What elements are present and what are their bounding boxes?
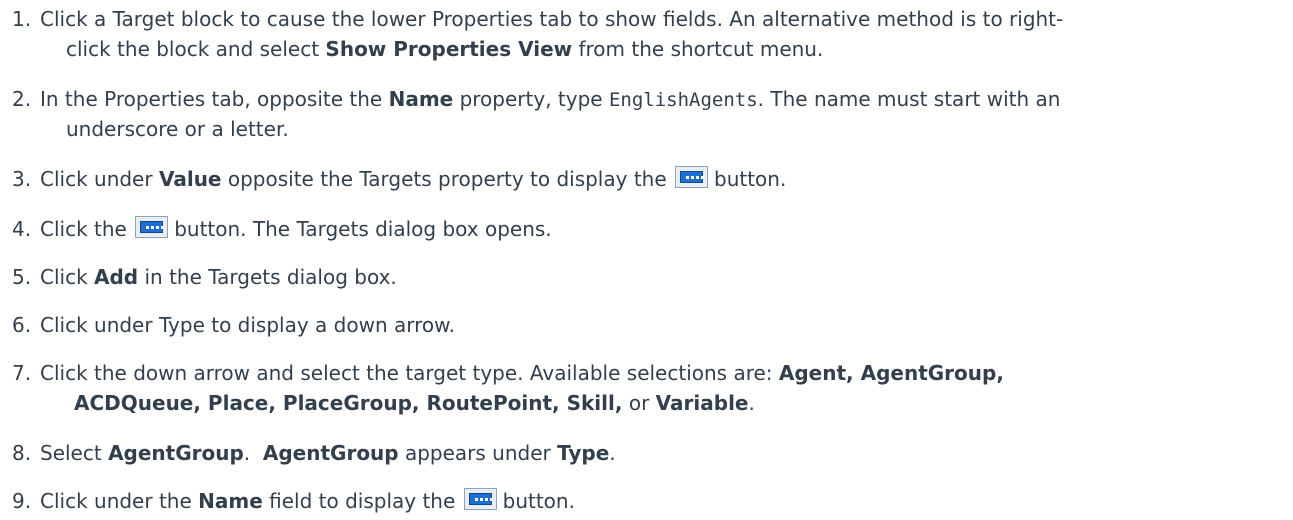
step-6: 6. Click under Type to display a down ar… — [0, 310, 1280, 340]
step-number: 7. — [12, 361, 32, 385]
code-text: EnglishAgents — [608, 89, 758, 111]
step-text-line: Click a Target block to cause the lower … — [40, 7, 1064, 31]
ui-term-bold: Type — [557, 441, 610, 465]
ellipsis-button-icon — [675, 166, 708, 188]
ui-term-bold: Show Properties View — [325, 37, 573, 61]
instruction-steps-list: 1. Click a Target block to cause the low… — [0, 0, 1293, 520]
step-3: 3. Click under Value opposite the Target… — [0, 164, 1280, 194]
step-9: 9. Click under the Name field to display… — [0, 486, 1280, 516]
ui-term-bold: AgentGroup — [108, 441, 244, 465]
ellipsis-button-icon — [463, 488, 497, 510]
ui-term-bold: AgentGroup — [262, 441, 399, 465]
step-5: 5. Click Add in the Targets dialog box. — [0, 262, 1280, 292]
step-8: 8. Select AgentGroup. AgentGroup appears… — [0, 438, 1280, 468]
step-2: 2. In the Properties tab, opposite the N… — [0, 84, 1280, 144]
step-text-line: Click under the Name field to display th… — [40, 488, 575, 513]
step-text-line: ACDQueue, Place, PlaceGroup, RoutePoint,… — [74, 391, 755, 415]
step-text-line: Click the button. The Targets dialog box… — [40, 216, 552, 241]
step-text-line: Click the down arrow and select the targ… — [40, 361, 1004, 385]
step-text-line: Select AgentGroup. AgentGroup appears un… — [40, 441, 616, 465]
step-text-line: underscore or a letter. — [66, 117, 289, 141]
step-number: 4. — [12, 217, 32, 241]
step-text-line: Click under Value opposite the Targets p… — [40, 166, 787, 191]
step-text-line: Click Add in the Targets dialog box. — [40, 265, 397, 289]
step-text-line: In the Properties tab, opposite the Name… — [40, 87, 1061, 111]
ui-term-bold: Name — [388, 87, 454, 111]
ellipsis-button-icon — [135, 216, 169, 238]
step-number: 8. — [12, 441, 32, 465]
step-number: 9. — [12, 489, 32, 513]
step-1: 1. Click a Target block to cause the low… — [0, 4, 1280, 64]
ui-term-bold: Name — [198, 489, 263, 513]
step-number: 2. — [12, 87, 32, 111]
step-7: 7. Click the down arrow and select the t… — [0, 358, 1280, 418]
step-4: 4. Click the button. The Targets dialog … — [0, 214, 1280, 244]
step-number: 6. — [12, 313, 32, 337]
ui-term-bold: Agent, AgentGroup, — [778, 361, 1004, 385]
step-text-line: click the block and select Show Properti… — [66, 37, 824, 61]
ui-term-bold: Add — [94, 265, 139, 289]
step-text-line: Click under Type to display a down arrow… — [40, 313, 456, 337]
ui-term-bold: ACDQueue, Place, PlaceGroup, RoutePoint,… — [74, 391, 623, 415]
ui-term-bold: Value — [158, 167, 222, 191]
step-number: 1. — [12, 7, 32, 31]
step-number: 3. — [12, 167, 32, 191]
ui-term-bold: Variable — [655, 391, 749, 415]
step-number: 5. — [12, 265, 32, 289]
